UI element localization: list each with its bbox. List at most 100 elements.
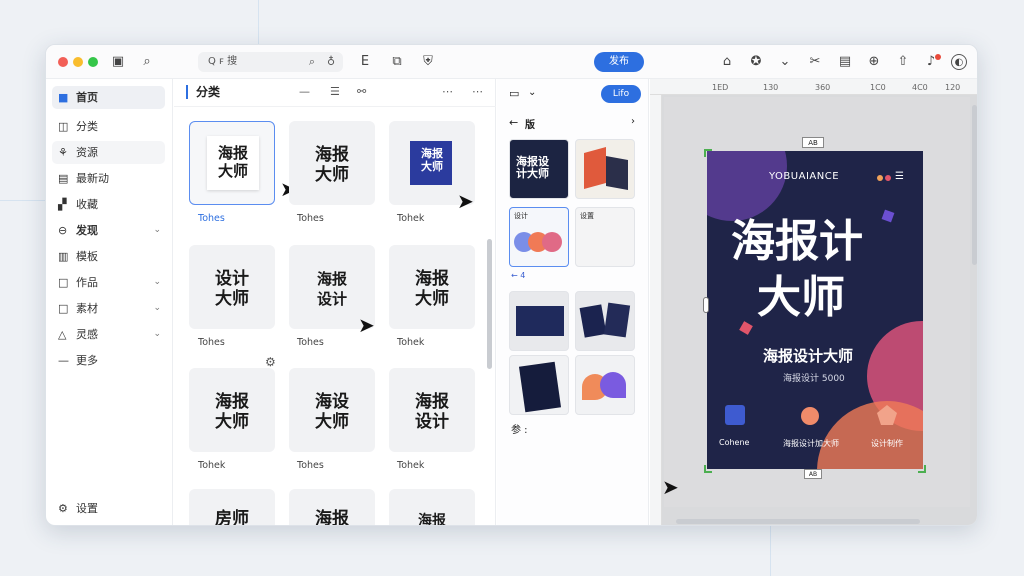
scrollbar[interactable] — [487, 239, 492, 369]
publish-button[interactable]: 发布 — [594, 52, 644, 72]
microphone-icon[interactable]: ♁ — [327, 52, 335, 72]
calendar-icon[interactable]: ▣ — [109, 53, 127, 71]
sidebar-item-settings[interactable]: ⚙ 设置 — [52, 497, 165, 520]
template-thumb[interactable] — [509, 355, 569, 415]
more-icon[interactable]: ⋯ — [442, 85, 453, 98]
horizontal-scrollbar[interactable] — [676, 519, 920, 524]
ruler-tick: 120 — [945, 83, 961, 92]
sidebar-item-label: 首页 — [76, 91, 98, 104]
sidebar: ■ 首页 ◫ 分类 ⚘ 资源 ▤ 最新动 ▞ 收藏 ⊖ 发现 ⌄ ▥ 模板 □ — [46, 79, 173, 525]
template-button[interactable]: Lifo — [601, 85, 641, 103]
sidebar-item-inspiration[interactable]: △ 灵感 ⌄ — [52, 323, 165, 346]
maximize-window-button[interactable] — [88, 57, 98, 67]
template-card[interactable]: 设计 大师 — [189, 245, 275, 329]
home-icon: ■ — [58, 91, 69, 104]
template-card[interactable]: 海设 大师 — [289, 368, 375, 452]
background-line — [0, 200, 45, 201]
template-thumb[interactable]: 海报设 计大师 — [509, 139, 569, 199]
selection-handle[interactable] — [918, 465, 926, 473]
template-icon: ▥ — [58, 250, 69, 263]
poster-tagline: 海报设计 5000 — [783, 374, 845, 384]
note-icon[interactable]: ▤ — [836, 53, 854, 71]
minimize-window-button[interactable] — [73, 57, 83, 67]
sidebar-item-home[interactable]: ■ 首页 — [52, 86, 165, 109]
text-tool-icon[interactable]: E — [356, 53, 374, 71]
chevron-down-icon[interactable]: ⌄ — [153, 297, 161, 320]
upload-icon[interactable]: ⇧ — [894, 53, 912, 71]
chevron-down-icon[interactable]: ⌄ — [153, 271, 161, 294]
sidebar-item-more[interactable]: — 更多 — [52, 349, 165, 372]
options-icon[interactable]: ⋯ — [472, 85, 483, 98]
template-thumb[interactable] — [575, 291, 635, 351]
sidebar-item-discover[interactable]: ⊖ 发现 ⌄ — [52, 219, 165, 242]
chevron-down-icon[interactable]: ⌄ — [153, 323, 161, 346]
search-input[interactable]: Q ꜰ 搜 ⌕ ♁ — [198, 52, 343, 72]
sidebar-item-label: 发现 — [76, 224, 98, 237]
template-card[interactable]: 海报 大师 — [389, 245, 475, 329]
thumb-shape — [579, 304, 607, 338]
sidebar-item-category[interactable]: ◫ 分类 — [52, 115, 165, 138]
back-arrow-icon[interactable]: ← — [509, 116, 518, 129]
vertical-scrollbar[interactable] — [972, 105, 977, 265]
ruler-tick: 360 — [815, 83, 831, 92]
template-card[interactable]: 海报 — [289, 489, 375, 525]
app-window: ▣ ⌕ Q ꜰ 搜 ⌕ ♁ E ⧉ ⛨ 发布 ⌂ ✪ ⌄ ✂ ▤ ⊕ ⇧ ♪ ◐… — [45, 44, 978, 526]
menu-icon: ☰ — [895, 171, 904, 182]
drag-handle-icon[interactable]: ⚙ — [265, 355, 276, 369]
template-thumb[interactable] — [509, 291, 569, 351]
card-title: 海报 大师 — [415, 269, 449, 309]
sidebar-item-resource[interactable]: ⚘ 资源 — [52, 141, 165, 164]
thumb-label: 设置 — [580, 212, 594, 220]
selection-handle[interactable] — [704, 465, 712, 473]
template-thumb[interactable] — [575, 355, 635, 415]
thumb-label: 设计 — [514, 212, 528, 220]
page-icon[interactable]: ▭ — [509, 87, 519, 100]
close-window-button[interactable] — [58, 57, 68, 67]
resize-handle[interactable] — [703, 297, 709, 313]
template-thumb[interactable]: 设置 — [575, 207, 635, 267]
chevron-right-icon[interactable]: › — [631, 116, 635, 127]
cursor-icon: ➤ — [358, 313, 375, 337]
badge-icon[interactable]: ✪ — [747, 53, 765, 71]
search-icon[interactable]: ⌕ — [138, 53, 156, 71]
title-bar: ▣ ⌕ Q ꜰ 搜 ⌕ ♁ E ⧉ ⛨ 发布 ⌂ ✪ ⌄ ✂ ▤ ⊕ ⇧ ♪ ◐ — [46, 45, 977, 79]
cursor-icon: ➤ — [662, 475, 679, 499]
card-label: Tohes — [297, 337, 324, 348]
poster-artboard[interactable]: YOBUAIANCE ☰ 海报计 大师 海报设计大师 海报设计 5000 Coh… — [707, 151, 923, 469]
template-library: ▭ ⌄ Lifo ← 版 › 海报设 计大师 设计 设置 ← 4 参: — [497, 79, 649, 525]
sidebar-item-template[interactable]: ▥ 模板 — [52, 245, 165, 268]
sidebar-item-favorite[interactable]: ▞ 收藏 — [52, 193, 165, 216]
sidebar-item-works[interactable]: □ 作品 ⌄ — [52, 271, 165, 294]
template-card[interactable]: 房师 — [189, 489, 275, 525]
selection-handle[interactable] — [704, 149, 712, 157]
card-title: 海报 大师 — [215, 392, 249, 432]
template-thumb[interactable] — [575, 139, 635, 199]
poster-circle — [817, 401, 923, 469]
sidebar-item-news[interactable]: ▤ 最新动 — [52, 167, 165, 190]
filter-icon[interactable]: ⚯ — [357, 85, 366, 98]
zoom-icon[interactable]: ⊕ — [865, 53, 883, 71]
shield-icon[interactable]: ⛨ — [419, 53, 437, 71]
template-thumb-selected[interactable]: 设计 — [509, 207, 569, 267]
avatar[interactable]: ◐ — [951, 54, 967, 70]
chevron-down-icon[interactable]: ⌄ — [776, 53, 794, 71]
canvas-area[interactable]: 1ED 130 360 1C0 4C0 120 AB YOBUAIANCE ☰ … — [650, 79, 977, 525]
background-line — [770, 526, 771, 576]
home-icon[interactable]: ⌂ — [718, 53, 736, 71]
layers-icon[interactable]: ⧉ — [388, 53, 406, 71]
minus-icon[interactable]: — — [299, 85, 310, 98]
crop-icon[interactable]: ✂ — [806, 53, 824, 71]
poster-dot — [885, 175, 891, 181]
sidebar-item-label: 收藏 — [76, 198, 98, 211]
sidebar-item-label: 分类 — [76, 120, 98, 133]
list-icon[interactable]: ☰ — [330, 85, 340, 98]
template-card[interactable]: 海报 大师 — [189, 121, 275, 205]
chevron-down-icon[interactable]: ⌄ — [528, 87, 536, 98]
sidebar-item-material[interactable]: □ 素材 ⌄ — [52, 297, 165, 320]
sidebar-item-label: 作品 — [76, 276, 98, 289]
template-card[interactable]: 海报 大师 — [289, 121, 375, 205]
template-card[interactable]: 海报 — [389, 489, 475, 525]
template-card[interactable]: 海报 大师 — [189, 368, 275, 452]
template-card[interactable]: 海报 设计 — [389, 368, 475, 452]
chevron-down-icon[interactable]: ⌄ — [153, 219, 161, 242]
